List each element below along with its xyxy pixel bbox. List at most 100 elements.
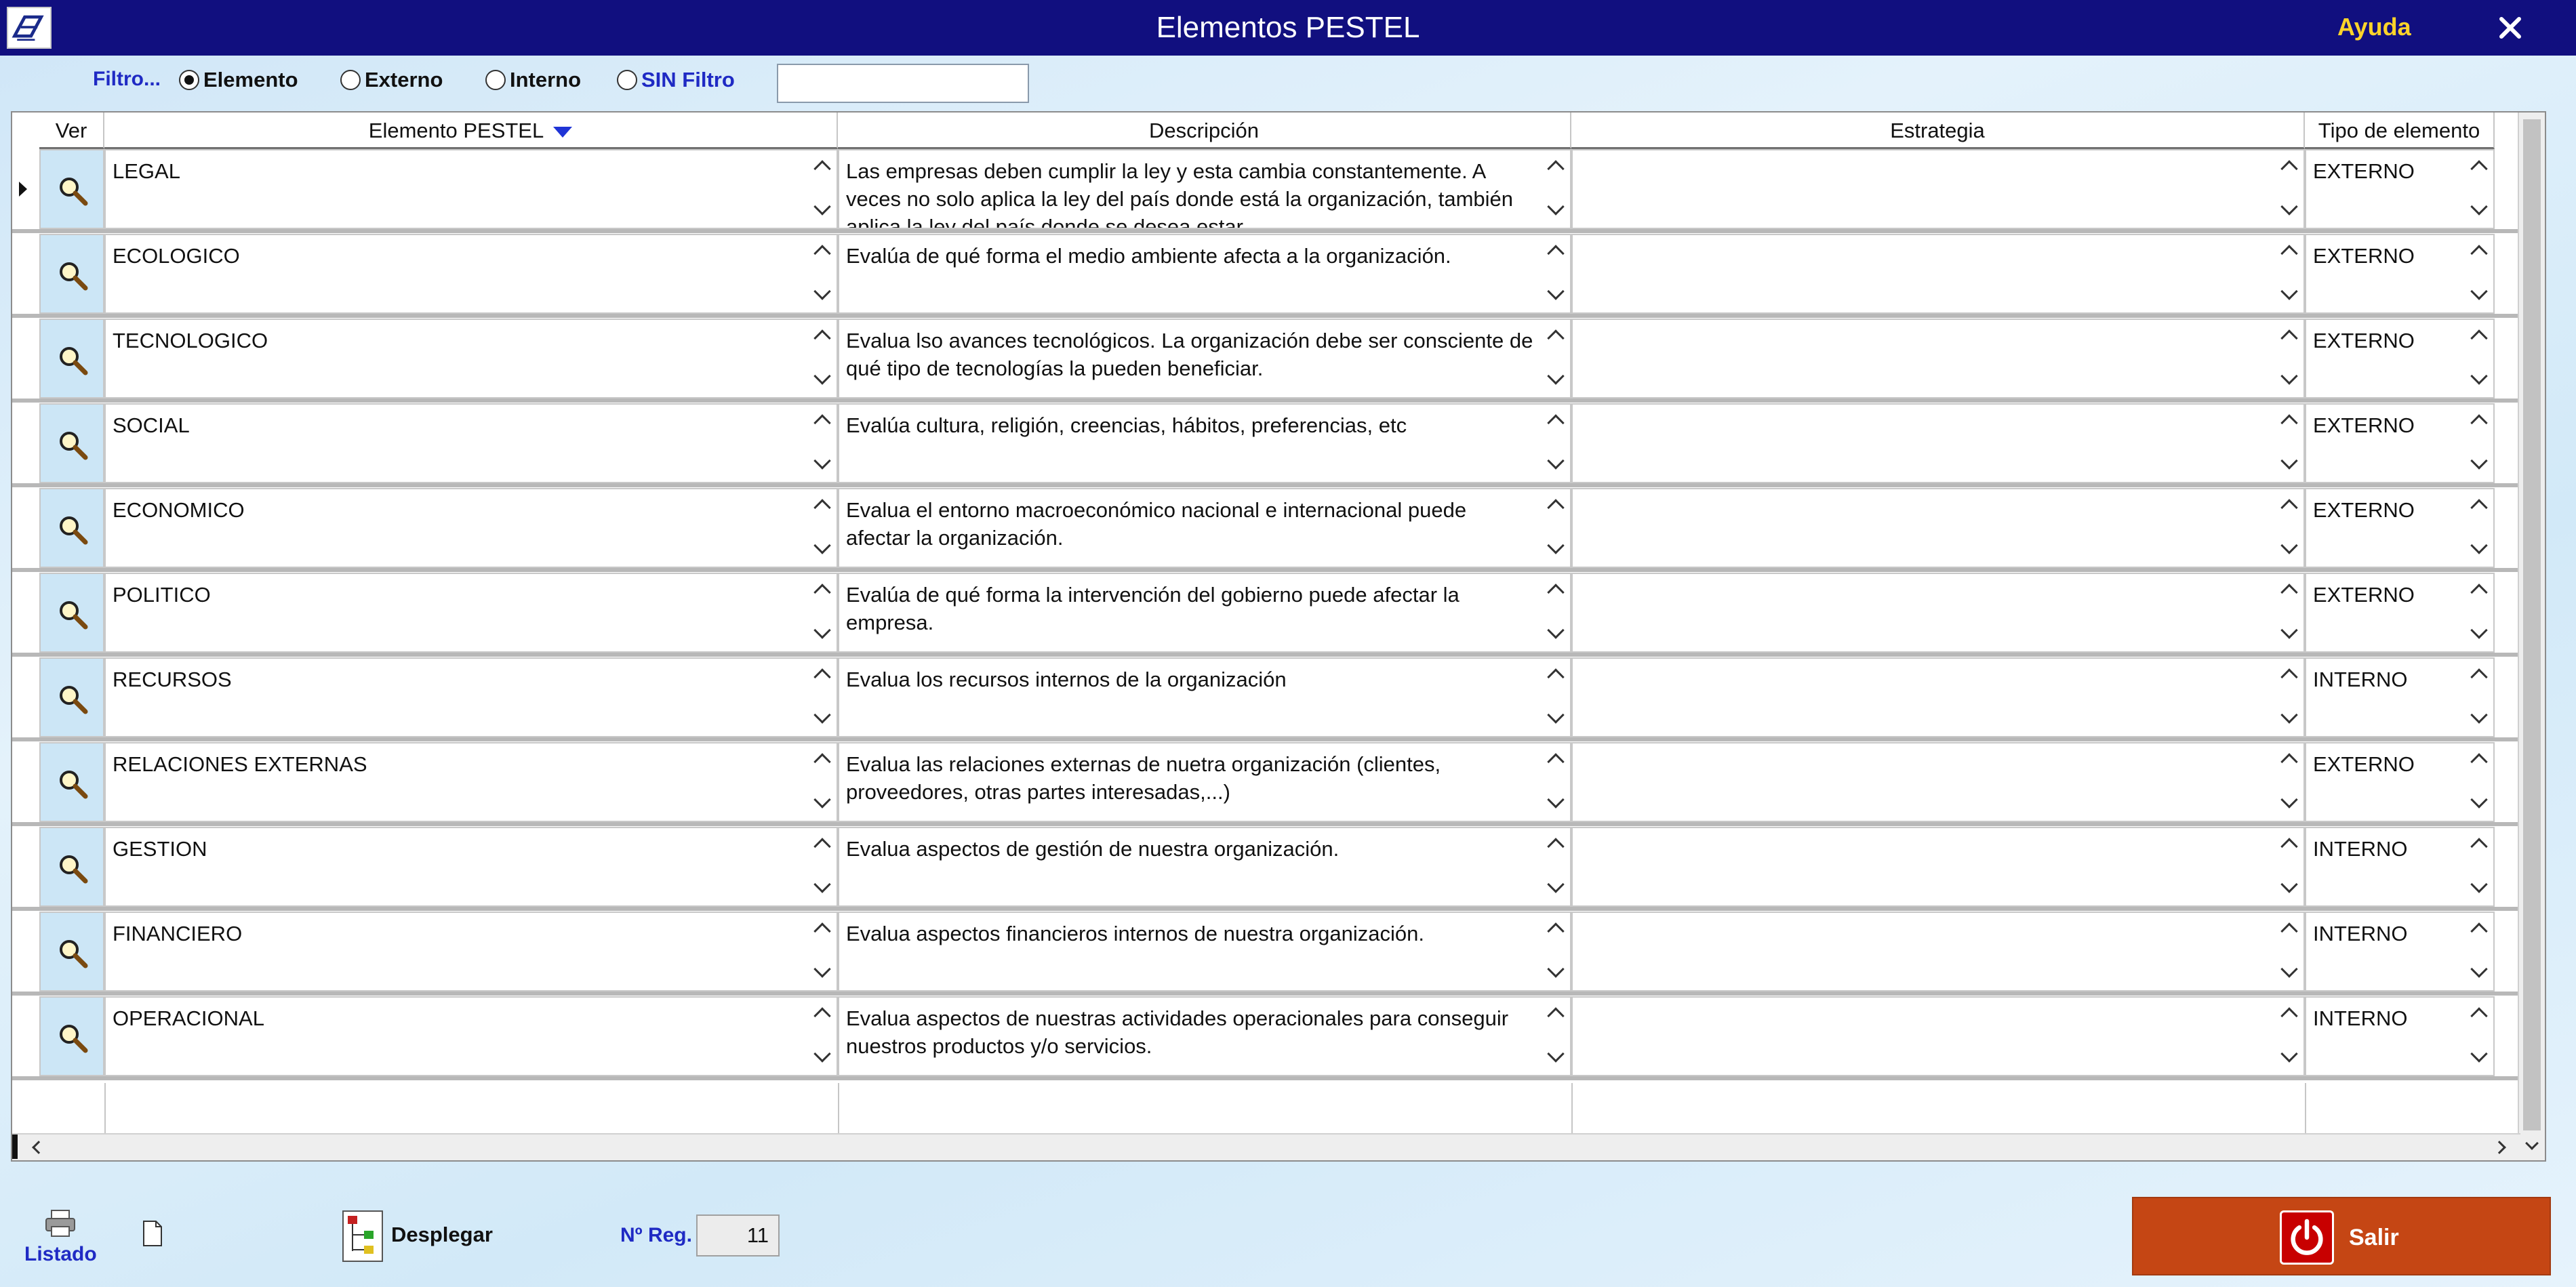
elemento-cell[interactable]: TECNOLOGICO (104, 319, 838, 399)
scroll-down-icon[interactable] (2470, 367, 2488, 385)
scroll-up-icon[interactable] (1547, 584, 1565, 601)
scroll-down-icon[interactable] (2470, 537, 2488, 554)
scroll-up-icon[interactable] (1547, 160, 1565, 178)
tipo-cell[interactable]: EXTERNO (2305, 403, 2495, 483)
elemento-cell[interactable]: FINANCIERO (104, 912, 838, 992)
scroll-down-icon[interactable] (1547, 960, 1565, 978)
table-row[interactable]: RECURSOS Evalua los recursos internos de … (12, 657, 2520, 742)
scroll-down-icon[interactable] (1547, 1045, 1565, 1063)
filter-radio-sin-filtro[interactable]: SIN Filtro (617, 68, 735, 91)
scroll-down-icon[interactable] (813, 706, 831, 724)
cell-scrollbar[interactable] (1543, 913, 1570, 990)
elemento-cell[interactable]: OPERACIONAL (104, 996, 838, 1076)
scroll-down-icon[interactable] (2470, 283, 2488, 300)
ver-button[interactable] (39, 573, 104, 653)
descripcion-cell[interactable]: Evalúa cultura, religión, creencias, háb… (838, 403, 1571, 483)
scroll-up-icon[interactable] (813, 668, 831, 686)
scroll-down-icon[interactable] (813, 1045, 831, 1063)
scroll-down-icon[interactable] (1547, 283, 1565, 300)
scroll-down-icon[interactable] (2470, 876, 2488, 893)
scroll-down-icon[interactable] (1547, 621, 1565, 639)
scroll-down-icon[interactable] (2280, 621, 2298, 639)
scroll-down-icon[interactable] (2280, 876, 2298, 893)
filter-radio-elemento[interactable]: Elemento (179, 68, 298, 91)
cell-scrollbar[interactable] (2466, 405, 2493, 482)
horizontal-scrollbar[interactable] (12, 1133, 2520, 1160)
elemento-cell[interactable]: LEGAL (104, 149, 838, 229)
scroll-up-icon[interactable] (2470, 668, 2488, 686)
ver-button[interactable] (39, 827, 104, 907)
cell-scrollbar[interactable] (2466, 743, 2493, 821)
scroll-down-icon[interactable] (1547, 791, 1565, 809)
scroll-up-icon[interactable] (2280, 160, 2298, 178)
scroll-down-icon[interactable] (2470, 960, 2488, 978)
scroll-up-icon[interactable] (813, 245, 831, 262)
filter-radio-externo[interactable]: Externo (340, 68, 443, 91)
scroll-up-icon[interactable] (2470, 160, 2488, 178)
cell-scrollbar[interactable] (1543, 998, 1570, 1075)
cell-scrollbar[interactable] (2276, 320, 2303, 397)
scroll-down-icon[interactable] (2280, 706, 2298, 724)
scroll-up-icon[interactable] (2470, 499, 2488, 516)
scroll-down-icon[interactable] (2470, 791, 2488, 809)
scroll-down-icon[interactable] (813, 283, 831, 300)
cell-scrollbar[interactable] (1543, 828, 1570, 905)
scroll-up-icon[interactable] (813, 1007, 831, 1025)
ver-button[interactable] (39, 319, 104, 399)
scroll-down-icon[interactable] (813, 367, 831, 385)
scroll-up-icon[interactable] (1547, 838, 1565, 855)
cell-scrollbar[interactable] (809, 998, 837, 1075)
scroll-up-icon[interactable] (2470, 584, 2488, 601)
tipo-cell[interactable]: EXTERNO (2305, 488, 2495, 568)
descripcion-cell[interactable]: Evalua aspectos de gestión de nuestra or… (838, 827, 1571, 907)
descripcion-cell[interactable]: Evalúa de qué forma el medio ambiente af… (838, 234, 1571, 314)
cell-scrollbar[interactable] (2466, 235, 2493, 312)
scroll-right-icon[interactable] (2493, 1141, 2506, 1154)
scroll-down-icon[interactable] (2280, 452, 2298, 470)
cell-scrollbar[interactable] (2276, 828, 2303, 905)
scroll-up-icon[interactable] (2470, 414, 2488, 432)
salir-button[interactable]: Salir (2132, 1197, 2551, 1275)
descripcion-cell[interactable]: Evalua aspectos de nuestras actividades … (838, 996, 1571, 1076)
scroll-up-icon[interactable] (2280, 922, 2298, 940)
estrategia-cell[interactable] (1571, 573, 2305, 653)
scroll-down-icon[interactable] (2470, 1045, 2488, 1063)
descripcion-cell[interactable]: Evalúa de qué forma la intervención del … (838, 573, 1571, 653)
scroll-up-icon[interactable] (1547, 329, 1565, 347)
scroll-down-icon[interactable] (1547, 452, 1565, 470)
ver-button[interactable] (39, 403, 104, 483)
estrategia-cell[interactable] (1571, 234, 2305, 314)
cell-scrollbar[interactable] (2276, 235, 2303, 312)
scroll-down-icon[interactable] (813, 960, 831, 978)
scroll-down-icon[interactable] (2280, 283, 2298, 300)
scroll-up-icon[interactable] (2470, 753, 2488, 771)
ver-button[interactable] (39, 488, 104, 568)
cell-scrollbar[interactable] (2466, 913, 2493, 990)
scroll-up-icon[interactable] (813, 160, 831, 178)
cell-scrollbar[interactable] (809, 743, 837, 821)
scroll-up-icon[interactable] (2280, 414, 2298, 432)
tipo-cell[interactable]: INTERNO (2305, 827, 2495, 907)
cell-scrollbar[interactable] (2276, 405, 2303, 482)
cell-scrollbar[interactable] (2466, 659, 2493, 736)
elemento-cell[interactable]: GESTION (104, 827, 838, 907)
scroll-down-icon[interactable] (2470, 621, 2488, 639)
scroll-up-icon[interactable] (2280, 245, 2298, 262)
scroll-up-icon[interactable] (813, 838, 831, 855)
descripcion-cell[interactable]: Evalua el entorno macroeconómico naciona… (838, 488, 1571, 568)
scroll-up-icon[interactable] (2470, 922, 2488, 940)
scroll-down-icon[interactable] (2470, 198, 2488, 216)
scroll-down-icon[interactable] (2280, 537, 2298, 554)
scroll-up-icon[interactable] (2280, 838, 2298, 855)
cell-scrollbar[interactable] (1543, 574, 1570, 651)
column-header-elemento[interactable]: Elemento PESTEL (104, 113, 838, 149)
cell-scrollbar[interactable] (2276, 574, 2303, 651)
cell-scrollbar[interactable] (1543, 489, 1570, 567)
estrategia-cell[interactable] (1571, 657, 2305, 737)
tipo-cell[interactable]: INTERNO (2305, 912, 2495, 992)
scroll-down-icon[interactable] (813, 791, 831, 809)
ver-button[interactable] (39, 996, 104, 1076)
scroll-down-icon[interactable] (1547, 876, 1565, 893)
cell-scrollbar[interactable] (2276, 489, 2303, 567)
table-row[interactable]: GESTION Evalua aspectos de gestión de nue… (12, 827, 2520, 912)
